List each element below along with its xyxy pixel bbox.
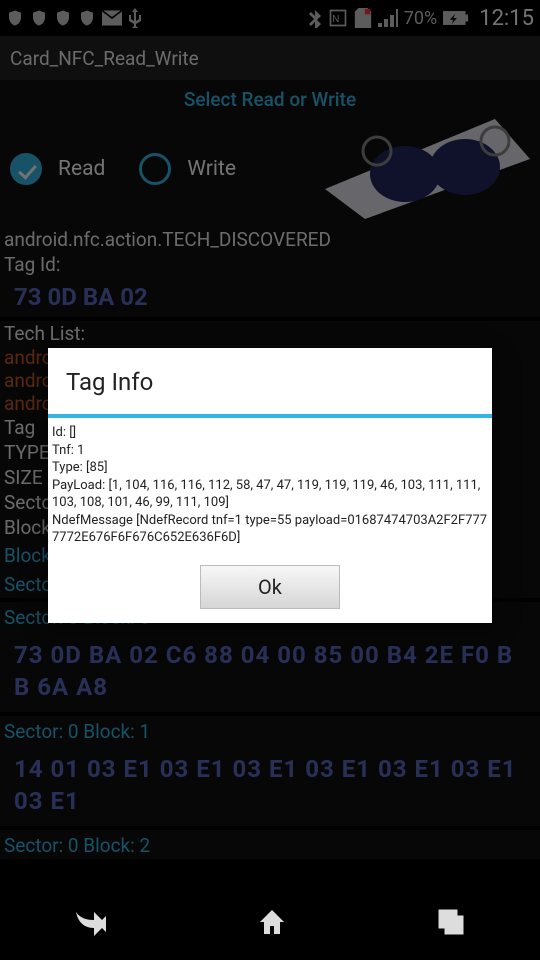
- recent-apps-button[interactable]: [438, 909, 464, 939]
- dialog-line-payload: PayLoad: [1, 104, 116, 116, 112, 58, 47,…: [52, 477, 488, 512]
- home-button[interactable]: [258, 908, 286, 940]
- dialog-title: Tag Info: [48, 348, 492, 414]
- dialog-line-ndef: NdefMessage [NdefRecord tnf=1 type=55 pa…: [52, 512, 488, 547]
- dialog-line-type: Type: [85]: [52, 459, 488, 477]
- dialog-body: Id: [] Tnf: 1 Type: [85] PayLoad: [1, 10…: [48, 418, 492, 555]
- dialog-line-tnf: Tnf: 1: [52, 442, 488, 460]
- ok-button[interactable]: Ok: [200, 565, 340, 609]
- dialog-line-id: Id: []: [52, 424, 488, 442]
- tag-info-dialog: Tag Info Id: [] Tnf: 1 Type: [85] PayLoa…: [48, 348, 492, 623]
- ok-button-label: Ok: [258, 575, 282, 599]
- back-button[interactable]: [76, 908, 106, 940]
- nav-bar: [0, 888, 540, 960]
